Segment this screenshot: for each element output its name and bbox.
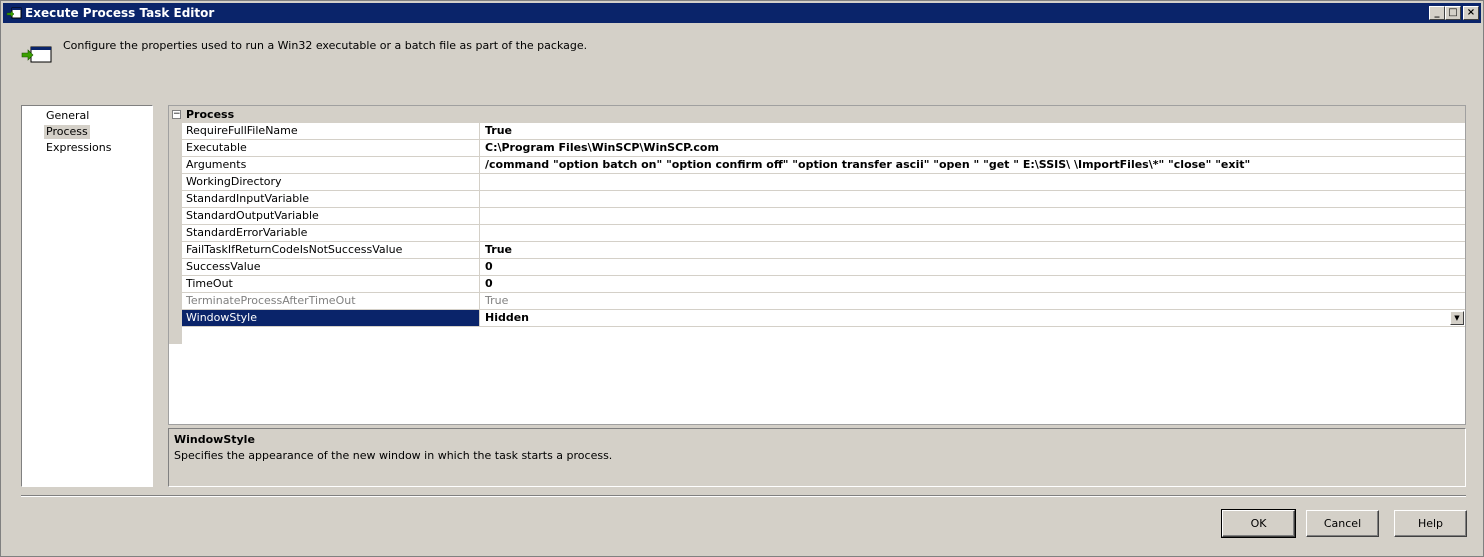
property-value[interactable]: 0: [481, 259, 1465, 275]
nav-item-process[interactable]: Process: [44, 125, 90, 139]
divider: [21, 495, 1466, 497]
property-value[interactable]: /command "option batch on" "option confi…: [481, 157, 1465, 173]
property-value[interactable]: True: [481, 242, 1465, 258]
nav-item-label: General: [46, 109, 90, 122]
property-value[interactable]: [481, 174, 1465, 190]
property-value[interactable]: [481, 208, 1465, 224]
property-row-failtaskifreturncodeisnotsuccessvalue[interactable]: FailTaskIfReturnCodeIsNotSuccessValue Tr…: [182, 242, 1465, 259]
nav-item-label: Process: [46, 125, 88, 138]
dialog-window: Execute Process Task Editor _ □ × Config…: [0, 0, 1484, 557]
nav-item-label: Expressions: [46, 141, 112, 154]
property-value[interactable]: True: [481, 123, 1465, 139]
property-value[interactable]: C:\Program Files\WinSCP\WinSCP.com: [481, 140, 1465, 156]
help-button[interactable]: Help: [1394, 510, 1467, 537]
page-navigation: General Process Expressions: [21, 105, 153, 487]
header-description: Configure the properties used to run a W…: [63, 39, 588, 52]
category-row-process[interactable]: − Process: [169, 106, 1465, 123]
property-value[interactable]: [481, 225, 1465, 241]
property-name: Executable: [182, 140, 480, 156]
property-row-windowstyle[interactable]: WindowStyle Hidden ▼: [182, 310, 1465, 327]
property-row-executable[interactable]: Executable C:\Program Files\WinSCP\WinSC…: [182, 140, 1465, 157]
property-name: StandardOutputVariable: [182, 208, 480, 224]
category-label: Process: [186, 108, 235, 121]
collapse-icon[interactable]: −: [172, 110, 181, 119]
property-row-arguments[interactable]: Arguments /command "option batch on" "op…: [182, 157, 1465, 174]
cancel-button[interactable]: Cancel: [1306, 510, 1379, 537]
chevron-down-icon[interactable]: ▼: [1450, 311, 1464, 325]
property-help-panel: WindowStyle Specifies the appearance of …: [168, 428, 1466, 487]
help-title: WindowStyle: [174, 433, 255, 446]
property-name: FailTaskIfReturnCodeIsNotSuccessValue: [182, 242, 480, 258]
property-name: TimeOut: [182, 276, 480, 292]
property-value: True: [485, 294, 509, 307]
property-row-standarderrorvariable[interactable]: StandardErrorVariable: [182, 225, 1465, 242]
property-row-standardinputvariable[interactable]: StandardInputVariable: [182, 191, 1465, 208]
title-bar[interactable]: Execute Process Task Editor _ □ ×: [3, 3, 1481, 23]
property-name: WindowStyle: [182, 310, 480, 326]
property-name: WorkingDirectory: [182, 174, 480, 190]
minimize-button[interactable]: _: [1429, 6, 1445, 20]
property-name: SuccessValue: [182, 259, 480, 275]
windowstyle-select[interactable]: Hidden ▼: [481, 310, 1465, 326]
property-name: RequireFullFileName: [182, 123, 480, 139]
property-name: StandardErrorVariable: [182, 225, 480, 241]
property-value[interactable]: 0: [481, 276, 1465, 292]
property-name: Arguments: [182, 157, 480, 173]
property-row-workingdirectory[interactable]: WorkingDirectory: [182, 174, 1465, 191]
close-button[interactable]: ×: [1463, 6, 1479, 20]
property-row-successvalue[interactable]: SuccessValue 0: [182, 259, 1465, 276]
property-name: StandardInputVariable: [182, 191, 480, 207]
property-row-requirefullfilename[interactable]: RequireFullFileName True: [182, 123, 1465, 140]
process-task-icon: [21, 43, 53, 65]
property-name: TerminateProcessAfterTimeOut: [182, 293, 480, 309]
maximize-icon: □: [1448, 7, 1458, 18]
window-title: Execute Process Task Editor: [25, 6, 215, 20]
maximize-button[interactable]: □: [1445, 6, 1461, 20]
nav-item-general[interactable]: General: [44, 109, 91, 123]
property-value[interactable]: [481, 191, 1465, 207]
property-row-timeout[interactable]: TimeOut 0: [182, 276, 1465, 293]
minimize-icon: _: [1434, 7, 1440, 18]
property-value: Hidden: [485, 311, 530, 324]
property-row-terminateprocessaftertimeout: TerminateProcessAfterTimeOut True: [182, 293, 1465, 310]
property-grid: − Process RequireFullFileName True Execu…: [168, 105, 1466, 425]
nav-item-expressions[interactable]: Expressions: [44, 141, 113, 155]
help-description: Specifies the appearance of the new wind…: [174, 449, 613, 462]
property-row-standardoutputvariable[interactable]: StandardOutputVariable: [182, 208, 1465, 225]
task-icon: [6, 6, 22, 20]
grid-gutter: [169, 123, 182, 344]
ok-button[interactable]: OK: [1221, 509, 1296, 538]
close-icon: ×: [1466, 7, 1476, 18]
